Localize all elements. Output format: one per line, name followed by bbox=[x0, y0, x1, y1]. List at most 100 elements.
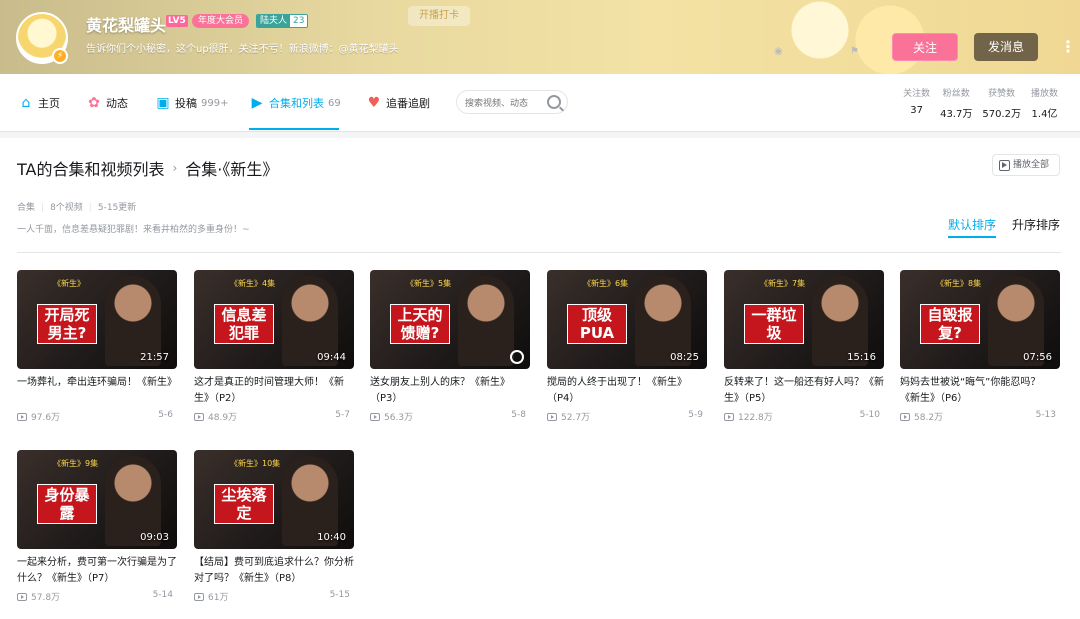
video-date: 5-15 bbox=[329, 590, 350, 600]
video-title[interactable]: 妈妈去世被说“晦气”你能忍吗？《新生》（P6） bbox=[900, 375, 1060, 407]
stat-following[interactable]: 关注数 37 bbox=[903, 86, 930, 120]
tab-collections[interactable]: ▶ 合集和列表 69 bbox=[249, 93, 341, 113]
more-options-icon[interactable]: ⋮ bbox=[1060, 38, 1076, 56]
fan-medal[interactable]: 陆夫人 23 bbox=[256, 14, 309, 28]
video-duration: 08:25 bbox=[670, 352, 699, 363]
flag-icon: ⚑ bbox=[850, 46, 859, 57]
video-date: 5-9 bbox=[688, 410, 703, 420]
video-thumbnail[interactable]: 《新生》4集 信息差犯罪 09:44 bbox=[194, 270, 354, 369]
video-title[interactable]: 一起来分析，费可第一次行骗是为了什么？《新生》（P7） bbox=[17, 555, 177, 587]
tab-uploads[interactable]: ▣ 投稿 999+ bbox=[155, 93, 228, 113]
video-date: 5-7 bbox=[335, 410, 350, 420]
play-count-value: 58.2万 bbox=[914, 413, 944, 423]
video-card[interactable]: 《新生》8集 自毁报复? 07:56 妈妈去世被说“晦气”你能忍吗？《新生》（P… bbox=[900, 270, 1060, 423]
play-count-value: 61万 bbox=[208, 593, 229, 603]
video-info: 57.8万 5-14 bbox=[17, 590, 177, 603]
message-button[interactable]: 发消息 bbox=[974, 33, 1038, 61]
tab-bangumi[interactable]: ♥ 追番追剧 bbox=[366, 93, 430, 113]
collection-icon: ▶ bbox=[251, 95, 263, 111]
video-thumbnail[interactable]: 《新生》5集 上天的馈赠? bbox=[370, 270, 530, 369]
follow-button[interactable]: 关注 bbox=[892, 33, 958, 61]
tab-dynamic[interactable]: ✿ 动态 bbox=[86, 93, 128, 113]
video-title[interactable]: 送女朋友上别人的床？《新生》（P3） bbox=[370, 375, 530, 407]
breadcrumb-root[interactable]: TA的合集和视频列表 bbox=[17, 156, 164, 180]
video-card[interactable]: 《新生》9集 身份暴露 09:03 一起来分析，费可第一次行骗是为了什么？《新生… bbox=[17, 450, 177, 603]
level-badge: LV5 bbox=[166, 15, 188, 27]
video-thumbnail[interactable]: 《新生》10集 尘埃落定 10:40 bbox=[194, 450, 354, 549]
stat-followers[interactable]: 粉丝数 43.7万 bbox=[940, 86, 972, 120]
play-icon bbox=[547, 412, 557, 421]
user-signature: 告诉你们个小秘密，这个up很肝，关注不亏！新浪微博：@黄花梨罐头 bbox=[86, 44, 399, 55]
episode-tag: 《新生》5集 bbox=[406, 279, 452, 288]
play-count-value: 57.8万 bbox=[31, 593, 61, 603]
video-duration: 21:57 bbox=[140, 352, 169, 363]
video-card[interactable]: 《新生》6集 顶级PUA 08:25 搅局的人终于出现了！《新生》（P4） 52… bbox=[547, 270, 707, 423]
video-info: 52.7万 5-9 bbox=[547, 410, 707, 423]
video-card[interactable]: 《新生》4集 信息差犯罪 09:44 这才是真正的时间管理大师！《新生》（P2）… bbox=[194, 270, 354, 423]
medal-level: 23 bbox=[290, 15, 308, 27]
vip-badge[interactable]: 年度大会员 bbox=[192, 14, 250, 28]
play-icon bbox=[370, 412, 380, 421]
collection-type: 合集 bbox=[17, 203, 36, 213]
search-icon[interactable] bbox=[547, 95, 561, 109]
video-duration: 07:56 bbox=[1023, 352, 1052, 363]
banner-sign: 开播打卡 bbox=[408, 6, 470, 26]
stat-value: 43.7万 bbox=[940, 109, 973, 120]
video-title[interactable]: 反转来了！这一船还有好人吗？《新生》（P5） bbox=[724, 375, 884, 407]
episode-tag: 《新生》 bbox=[53, 279, 85, 288]
video-thumbnail[interactable]: 《新生》7集 一群垃圾 15:16 bbox=[724, 270, 884, 369]
video-duration: 15:16 bbox=[847, 352, 876, 363]
breadcrumb-separator-icon: › bbox=[172, 161, 178, 175]
collection-description: 一人千面，信息差悬疑犯罪剧！来看井柏然的多重身份！~ bbox=[17, 225, 250, 235]
avatar[interactable]: ⚡ bbox=[16, 12, 68, 64]
search-box[interactable] bbox=[456, 90, 568, 115]
play-all-button[interactable]: 播放全部 bbox=[992, 154, 1060, 176]
video-card[interactable]: 《新生》7集 一群垃圾 15:16 反转来了！这一船还有好人吗？《新生》（P5）… bbox=[724, 270, 884, 423]
sort-default-button[interactable]: 默认排序 bbox=[947, 216, 996, 238]
video-title[interactable]: 这才是真正的时间管理大师！《新生》（P2） bbox=[194, 375, 354, 407]
video-card[interactable]: 《新生》10集 尘埃落定 10:40 【结局】费可到底追求什么？你分析对了吗？《… bbox=[194, 450, 354, 603]
thumbnail-caption: 开局死男主? bbox=[37, 304, 97, 344]
upload-icon: ▣ bbox=[156, 95, 170, 111]
video-thumbnail[interactable]: 《新生》6集 顶级PUA 08:25 bbox=[547, 270, 707, 369]
play-count: 122.8万 bbox=[724, 410, 773, 423]
sort-asc-button[interactable]: 升序排序 bbox=[1012, 216, 1060, 238]
tab-label: 主页 bbox=[38, 97, 60, 110]
thumbnail-caption: 尘埃落定 bbox=[214, 484, 274, 524]
play-count: 57.8万 bbox=[17, 590, 60, 603]
video-card[interactable]: 《新生》5集 上天的馈赠? 送女朋友上别人的床？《新生》（P3） 56.3万 5… bbox=[370, 270, 530, 423]
tab-home[interactable]: ⌂ 主页 bbox=[18, 93, 60, 113]
play-icon bbox=[900, 412, 910, 421]
play-icon bbox=[194, 592, 204, 601]
thumbnail-figure bbox=[458, 276, 514, 366]
dynamic-icon: ✿ bbox=[88, 95, 100, 111]
collection-updated: 5-15更新 bbox=[83, 200, 136, 213]
video-date: 5-6 bbox=[158, 410, 173, 420]
video-title[interactable]: 【结局】费可到底追求什么？你分析对了吗？《新生》（P8） bbox=[194, 555, 354, 587]
thumbnail-caption: 一群垃圾 bbox=[744, 304, 804, 344]
episode-tag: 《新生》9集 bbox=[53, 459, 99, 468]
tab-label: 追番追剧 bbox=[386, 97, 430, 110]
video-card[interactable]: 《新生》 开局死男主? 21:57 一场葬礼，牵出连环骗局！《新生》 97.6万… bbox=[17, 270, 177, 423]
video-duration: 10:40 bbox=[317, 532, 346, 543]
tab-count: 999+ bbox=[201, 97, 229, 109]
search-input[interactable] bbox=[465, 93, 549, 115]
video-info: 48.9万 5-7 bbox=[194, 410, 354, 423]
video-title[interactable]: 一场葬礼，牵出连环骗局！《新生》 bbox=[17, 375, 177, 407]
user-stats: 关注数 37 粉丝数 43.7万 获赞数 570.2万 播放数 1.4亿 bbox=[903, 86, 1058, 120]
video-title[interactable]: 搅局的人终于出现了！《新生》（P4） bbox=[547, 375, 707, 407]
video-thumbnail[interactable]: 《新生》8集 自毁报复? 07:56 bbox=[900, 270, 1060, 369]
play-count-value: 48.9万 bbox=[208, 413, 238, 423]
video-thumbnail[interactable]: 《新生》 开局死男主? 21:57 bbox=[17, 270, 177, 369]
play-count-value: 97.6万 bbox=[31, 413, 61, 423]
collection-title: 合集·《新生》 bbox=[185, 160, 279, 179]
username: 黄花梨罐头 bbox=[86, 16, 167, 35]
video-duration: 09:03 bbox=[140, 532, 169, 543]
sort-options: 默认排序 升序排序 bbox=[947, 216, 1060, 238]
episode-tag: 《新生》4集 bbox=[230, 279, 276, 288]
video-thumbnail[interactable]: 《新生》9集 身份暴露 09:03 bbox=[17, 450, 177, 549]
active-tab-indicator bbox=[249, 128, 339, 130]
replay-icon[interactable] bbox=[510, 350, 524, 364]
play-icon bbox=[194, 412, 204, 421]
episode-tag: 《新生》6集 bbox=[583, 279, 629, 288]
